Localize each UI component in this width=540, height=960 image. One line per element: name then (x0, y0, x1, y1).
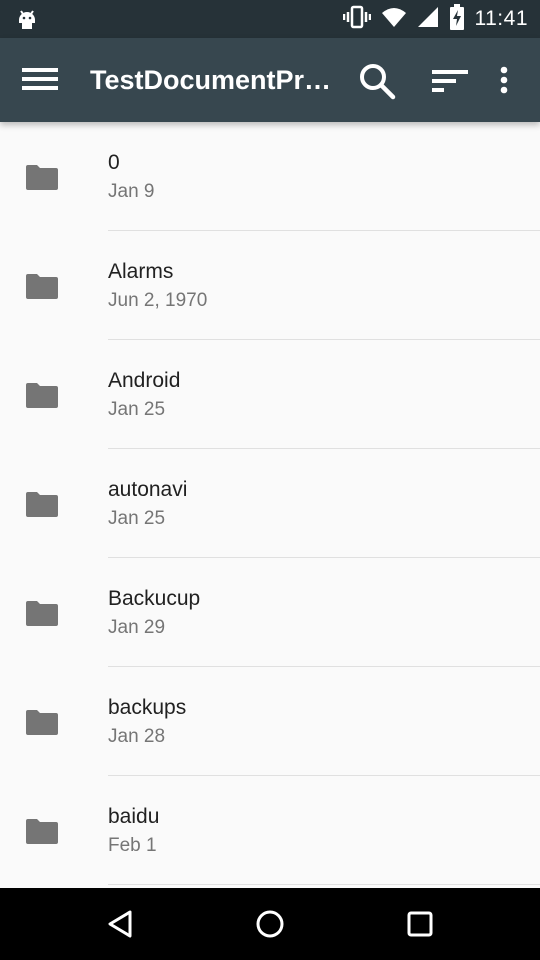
file-date: Jan 25 (108, 399, 166, 420)
file-name: autonavi (108, 478, 188, 501)
file-name: backups (108, 696, 187, 719)
list-item[interactable]: baidu Feb 1 (0, 776, 540, 885)
android-icon (14, 7, 40, 38)
folder-icon (26, 382, 58, 413)
recents-button[interactable] (402, 906, 438, 942)
list-item[interactable]: 0 Jan 9 (0, 122, 540, 231)
folder-icon (26, 709, 58, 740)
back-button[interactable] (102, 906, 138, 942)
more-vert-icon (490, 66, 518, 106)
file-date: Jan 29 (108, 617, 166, 638)
navigation-bar (0, 888, 540, 960)
more-options-button[interactable] (490, 60, 518, 102)
file-date: Jan 25 (108, 508, 166, 529)
app-bar: TestDocumentPr… (0, 38, 540, 122)
recents-icon (402, 911, 438, 946)
status-bar: 11:41 (0, 0, 540, 38)
back-icon (102, 910, 138, 946)
signal-icon (417, 6, 439, 33)
wifi-icon (381, 6, 407, 33)
folder-icon (26, 164, 58, 195)
list-item[interactable]: Backucup Jan 29 (0, 558, 540, 667)
file-date: Feb 1 (108, 835, 157, 856)
file-name: Backucup (108, 587, 201, 610)
file-name: Alarms (108, 260, 174, 283)
sort-icon (426, 70, 472, 106)
status-time: 11:41 (474, 7, 528, 30)
file-date: Jan 28 (108, 726, 166, 747)
file-name: Android (108, 369, 181, 392)
home-button[interactable] (252, 906, 288, 942)
file-date: Jun 2, 1970 (108, 290, 208, 311)
file-date: Jan 9 (108, 181, 155, 202)
list-item[interactable]: Alarms Jun 2, 1970 (0, 231, 540, 340)
list-item[interactable]: backups Jan 28 (0, 667, 540, 776)
divider (108, 884, 540, 885)
list-item[interactable]: Android Jan 25 (0, 340, 540, 449)
folder-icon (26, 273, 58, 304)
app-title: TestDocumentPr… (90, 65, 332, 95)
file-name: baidu (108, 805, 160, 828)
menu-icon (18, 68, 58, 100)
folder-icon (26, 600, 58, 631)
file-list: 0 Jan 9 Alarms Jun 2, 1970 Android Jan 2… (0, 122, 540, 885)
home-icon (252, 910, 288, 946)
search-icon (356, 64, 398, 106)
list-item[interactable]: autonavi Jan 25 (0, 449, 540, 558)
vibrate-icon (342, 5, 371, 34)
folder-icon (26, 491, 58, 522)
menu-button[interactable] (18, 62, 62, 98)
battery-charging-icon (449, 3, 465, 35)
sort-button[interactable] (426, 60, 472, 102)
search-button[interactable] (356, 60, 398, 102)
file-name: 0 (108, 151, 120, 174)
folder-icon (26, 818, 58, 849)
